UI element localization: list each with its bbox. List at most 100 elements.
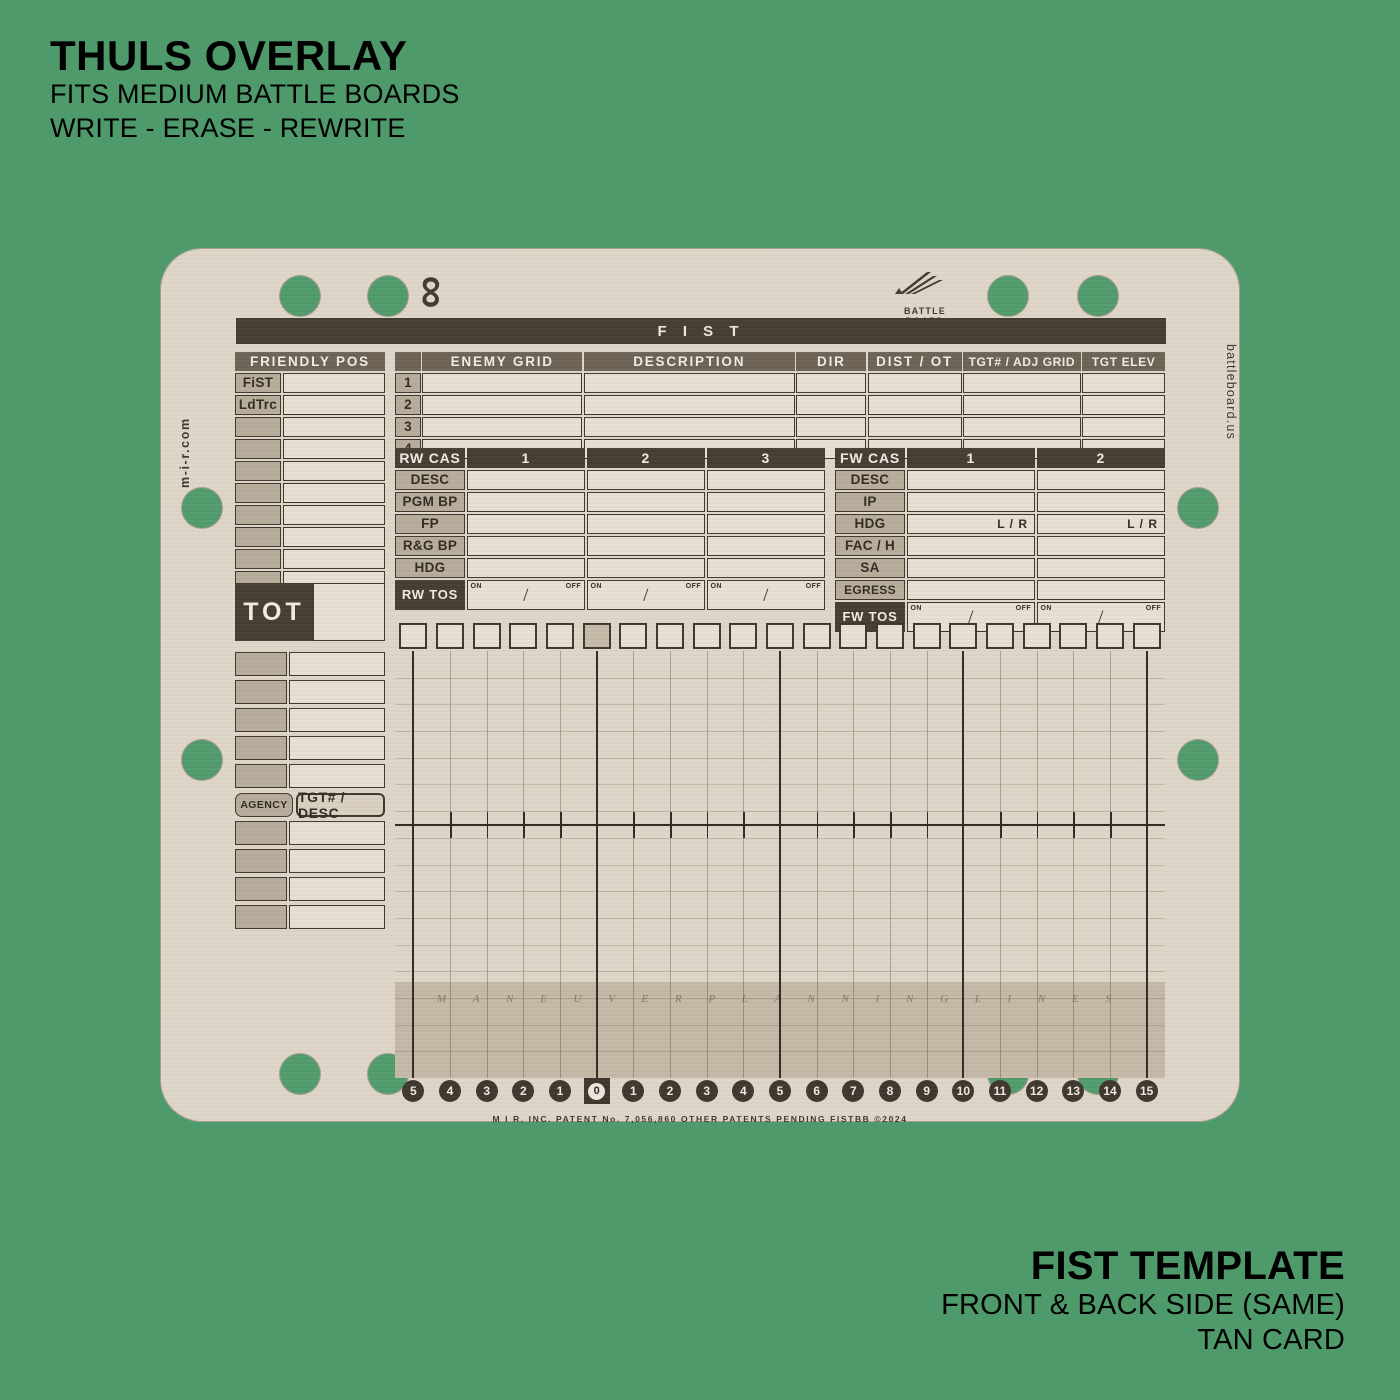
scale-pip[interactable]: 6 xyxy=(805,1080,828,1102)
list-item[interactable] xyxy=(235,736,385,760)
rw-cas-cell[interactable] xyxy=(706,513,825,534)
tot-block[interactable]: TOT xyxy=(235,583,385,641)
cell-tgt-elev[interactable] xyxy=(1082,372,1165,393)
plot-checkbox[interactable] xyxy=(1022,623,1051,649)
distance-scale[interactable]: 5 4 3 2 1 0 1 2 3 4 5 6 7 8 9 10 11 12 13 14 15 xyxy=(395,1078,1165,1106)
rw-tos-cell[interactable]: ON / OFF xyxy=(466,579,585,610)
friendly-pos-value[interactable] xyxy=(282,416,385,437)
list-item[interactable] xyxy=(235,680,385,704)
fw-cas-cell[interactable] xyxy=(1036,491,1165,512)
planning-grid[interactable]: M A N E U V E R P L A N N I N G L I N E … xyxy=(395,651,1165,1078)
rw-cas-cell[interactable] xyxy=(706,557,825,578)
agency-label[interactable] xyxy=(235,849,287,873)
table-row[interactable]: DESC xyxy=(835,469,1165,490)
cell-dir[interactable] xyxy=(796,416,867,437)
table-row[interactable]: EGRESS xyxy=(835,579,1165,600)
cell-dir[interactable] xyxy=(796,394,867,415)
checkbox-row[interactable] xyxy=(395,623,1165,649)
cell-enemy-grid[interactable] xyxy=(422,416,583,437)
scale-pip[interactable]: 1 xyxy=(549,1080,571,1102)
cell-description[interactable] xyxy=(583,394,795,415)
scale-pip-zero[interactable]: 0 xyxy=(583,1078,610,1104)
scale-pip[interactable]: 2 xyxy=(512,1080,535,1102)
fw-cas-cell[interactable]: L / R xyxy=(906,513,1035,534)
plot-checkbox[interactable] xyxy=(509,623,538,649)
list-item[interactable] xyxy=(235,708,385,732)
scale-pip[interactable]: 4 xyxy=(732,1080,755,1102)
scale-pip[interactable]: 1 xyxy=(622,1080,645,1102)
plot-checkbox[interactable] xyxy=(839,623,868,649)
scale-pip[interactable]: 2 xyxy=(659,1080,681,1102)
table-row[interactable]: HDG L / R L / R xyxy=(835,513,1165,534)
fw-cas-cell[interactable] xyxy=(1036,557,1165,578)
list-item[interactable] xyxy=(235,849,385,873)
table-row[interactable] xyxy=(235,460,385,481)
tot-value[interactable] xyxy=(313,583,385,641)
cell-tgt-adj-grid[interactable] xyxy=(963,372,1081,393)
rw-cas-cell[interactable] xyxy=(706,535,825,556)
cell-dist-ot[interactable] xyxy=(867,372,962,393)
rw-cas-cell[interactable] xyxy=(586,491,705,512)
table-row[interactable]: FAC / H xyxy=(835,535,1165,556)
agency-label[interactable] xyxy=(235,680,287,704)
scale-pip[interactable]: 3 xyxy=(475,1080,498,1102)
cell-tgt-adj-grid[interactable] xyxy=(963,394,1081,415)
fw-cas-cell[interactable] xyxy=(1036,469,1165,490)
friendly-pos-value[interactable] xyxy=(282,482,385,503)
cell-enemy-grid[interactable] xyxy=(422,372,583,393)
friendly-pos-value[interactable] xyxy=(282,438,385,459)
table-row[interactable]: 1 xyxy=(395,372,1165,393)
cell-tgt-elev[interactable] xyxy=(1082,416,1165,437)
rw-cas-cell[interactable] xyxy=(586,535,705,556)
fw-cas-cell[interactable] xyxy=(906,491,1035,512)
rw-cas-cell[interactable] xyxy=(706,491,825,512)
plot-checkbox[interactable] xyxy=(986,623,1014,649)
cell-description[interactable] xyxy=(583,416,795,437)
agency-value[interactable] xyxy=(289,849,385,873)
scale-pip[interactable]: 8 xyxy=(879,1080,901,1102)
plot-checkbox[interactable] xyxy=(619,623,648,649)
plot-checkbox[interactable] xyxy=(729,623,758,649)
agency-label[interactable] xyxy=(235,821,287,845)
rw-cas-cell[interactable] xyxy=(466,513,585,534)
cell-tgt-adj-grid[interactable] xyxy=(963,416,1081,437)
table-row[interactable]: SA xyxy=(835,557,1165,578)
cell-dist-ot[interactable] xyxy=(867,416,962,437)
friendly-pos-label[interactable] xyxy=(235,504,281,525)
agency-label[interactable] xyxy=(235,764,287,788)
plot-checkbox[interactable] xyxy=(766,623,794,649)
friendly-pos-value[interactable] xyxy=(282,504,385,525)
rw-tos-row[interactable]: RW TOS ON / OFF ON / OFF ON / OFF xyxy=(395,579,825,610)
plot-checkbox[interactable] xyxy=(399,623,428,649)
rw-cas-cell[interactable] xyxy=(466,469,585,490)
table-row[interactable] xyxy=(235,548,385,569)
table-row[interactable]: FiST xyxy=(235,372,385,393)
agency-value[interactable] xyxy=(289,764,385,788)
plot-checkbox[interactable] xyxy=(1059,623,1088,649)
fw-cas-cell[interactable]: L / R xyxy=(1036,513,1165,534)
table-row[interactable] xyxy=(235,416,385,437)
rw-cas-cell[interactable] xyxy=(706,469,825,490)
scale-pip[interactable]: 11 xyxy=(989,1080,1011,1102)
rw-cas-cell[interactable] xyxy=(466,535,585,556)
agency-label[interactable] xyxy=(235,652,287,676)
table-row[interactable]: DESC xyxy=(395,469,825,490)
friendly-pos-label[interactable] xyxy=(235,482,281,503)
plot-checkbox[interactable] xyxy=(472,623,501,649)
scale-pip[interactable]: 7 xyxy=(842,1080,865,1102)
agency-label[interactable] xyxy=(235,736,287,760)
plot-checkbox[interactable] xyxy=(876,623,904,649)
maneuver-planning-area[interactable]: M A N E U V E R P L A N N I N G L I N E … xyxy=(395,623,1165,1078)
cell-description[interactable] xyxy=(583,372,795,393)
friendly-pos-value[interactable] xyxy=(282,372,385,393)
cell-dir[interactable] xyxy=(796,372,867,393)
fw-cas-cell[interactable] xyxy=(1036,579,1165,600)
table-row[interactable]: HDG xyxy=(395,557,825,578)
agency-value[interactable] xyxy=(289,680,385,704)
cell-dist-ot[interactable] xyxy=(867,394,962,415)
table-row[interactable] xyxy=(235,504,385,525)
fw-cas-cell[interactable] xyxy=(906,469,1035,490)
table-row[interactable]: IP xyxy=(835,491,1165,512)
agency-value[interactable] xyxy=(289,905,385,929)
agency-label[interactable] xyxy=(235,877,287,901)
